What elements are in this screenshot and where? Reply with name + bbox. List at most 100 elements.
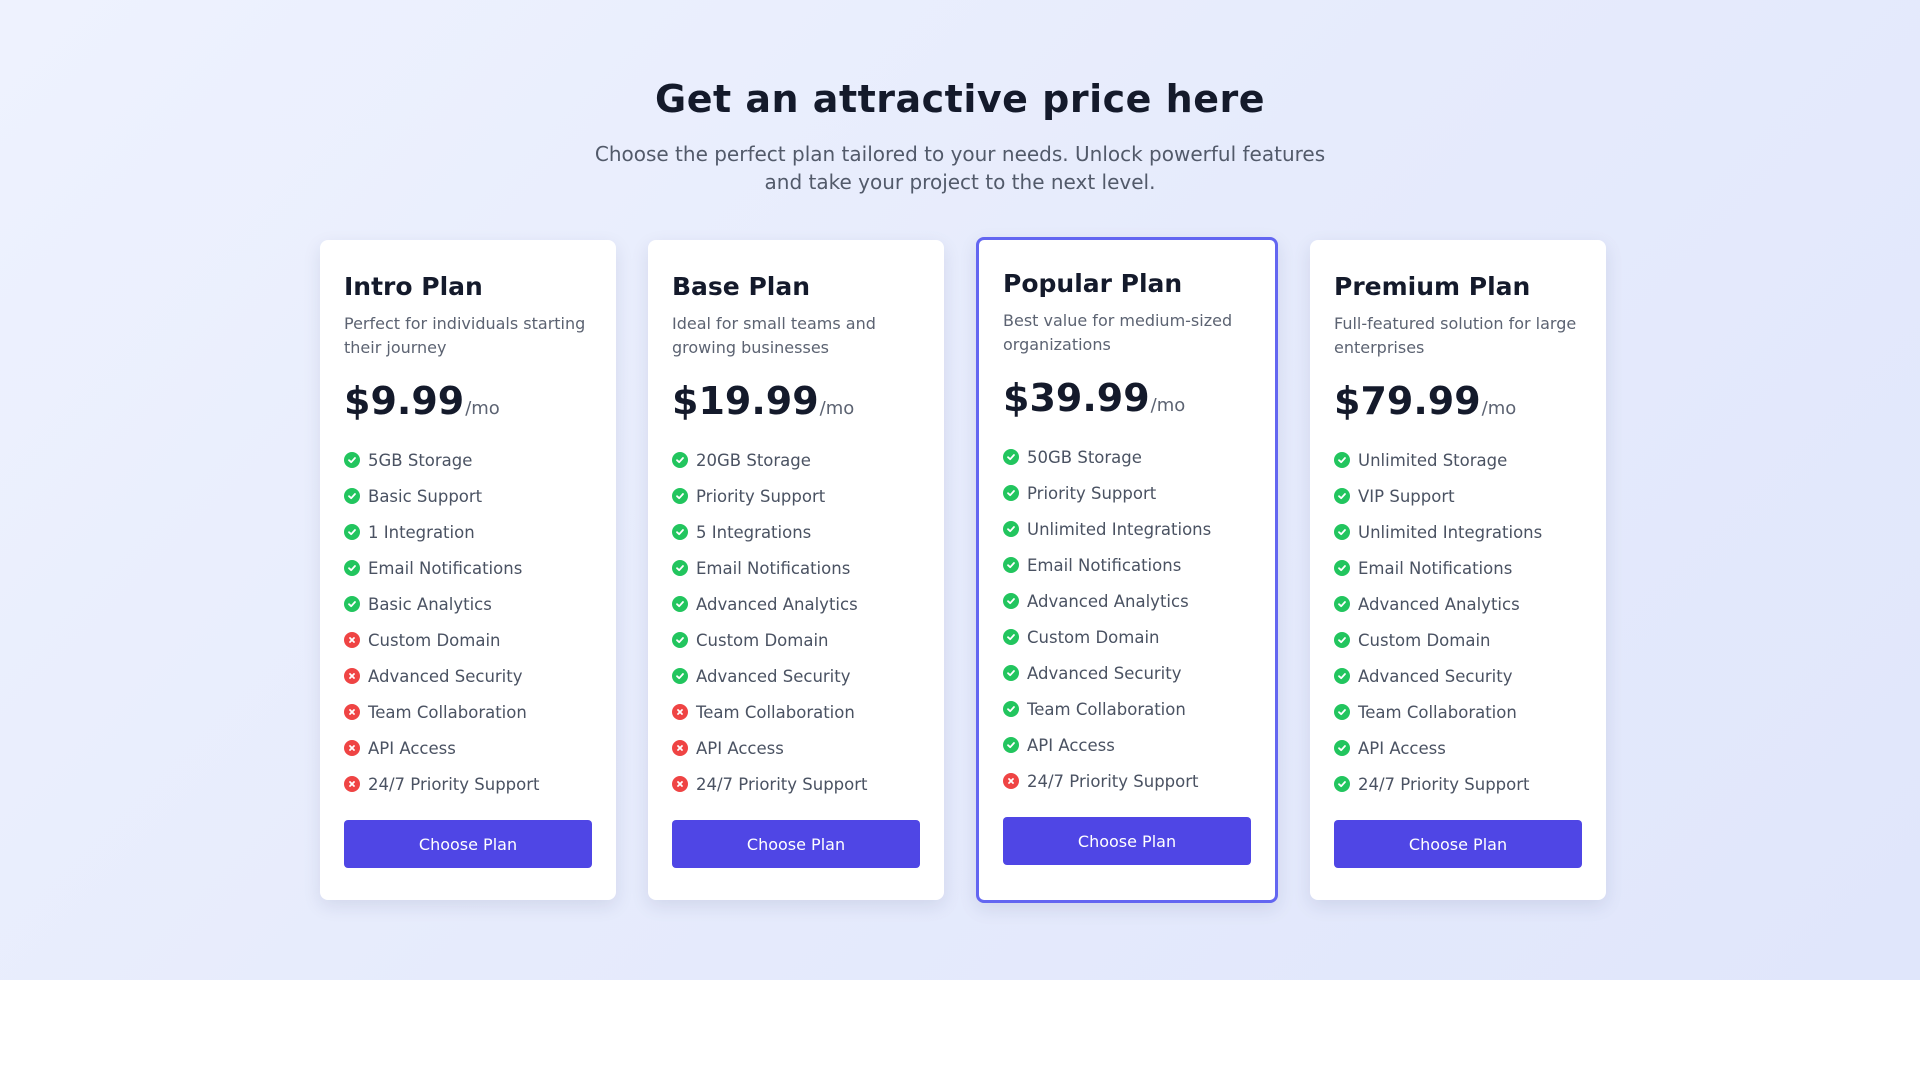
feature-item: Advanced Security (1003, 655, 1251, 691)
price-period: /mo (819, 398, 855, 419)
feature-label: Basic Analytics (368, 594, 492, 614)
x-circle-icon (672, 776, 688, 792)
feature-item: API Access (344, 730, 592, 766)
feature-item: 24/7 Priority Support (344, 766, 592, 802)
feature-item: 20GB Storage (672, 442, 920, 478)
plan-name: Premium Plan (1334, 272, 1531, 301)
x-circle-icon (344, 704, 360, 720)
feature-label: Custom Domain (1358, 630, 1491, 650)
feature-label: 24/7 Priority Support (1358, 774, 1530, 794)
feature-label: Priority Support (1027, 483, 1157, 503)
plan-description: Ideal for small teams and growing busine… (672, 314, 876, 357)
feature-item: Custom Domain (344, 622, 592, 658)
feature-item: Advanced Analytics (672, 586, 920, 622)
plan-price: $39.99 (1003, 376, 1150, 420)
feature-label: Team Collaboration (696, 702, 855, 722)
feature-item: Priority Support (672, 478, 920, 514)
feature-item: Custom Domain (1003, 619, 1251, 655)
feature-item: 24/7 Priority Support (1003, 763, 1251, 799)
feature-list: Unlimited Storage VIP Support Unlimited In… (1334, 442, 1582, 802)
plan-name: Popular Plan (1003, 269, 1183, 298)
price-period: /mo (1150, 395, 1186, 416)
feature-label: 5GB Storage (368, 450, 473, 470)
x-circle-icon (344, 776, 360, 792)
feature-label: Advanced Analytics (696, 594, 858, 614)
feature-item: 24/7 Priority Support (672, 766, 920, 802)
check-circle-icon (1334, 560, 1350, 576)
feature-item: Advanced Analytics (1334, 586, 1582, 622)
check-circle-icon (672, 596, 688, 612)
x-circle-icon (344, 740, 360, 756)
feature-label: 24/7 Priority Support (1027, 771, 1199, 791)
feature-list: 50GB Storage Priority Support Unlimited In… (1003, 439, 1251, 799)
check-circle-icon (1003, 701, 1019, 717)
check-circle-icon (1334, 452, 1350, 468)
pricing-cards: Intro Plan Perfect for individuals starti… (320, 237, 1606, 903)
price-period: /mo (1481, 398, 1517, 419)
check-circle-icon (344, 488, 360, 504)
feature-item: Unlimited Integrations (1334, 514, 1582, 550)
feature-item: Custom Domain (672, 622, 920, 658)
feature-item: 5 Integrations (672, 514, 920, 550)
pricing-card-base-plan: Base Plan Ideal for small teams and growi… (648, 240, 944, 900)
check-circle-icon (672, 560, 688, 576)
check-circle-icon (672, 488, 688, 504)
price-row: $9.99/mo (344, 378, 592, 424)
feature-label: Team Collaboration (1027, 699, 1186, 719)
feature-label: 50GB Storage (1027, 447, 1142, 467)
x-circle-icon (672, 740, 688, 756)
feature-item: Email Notifications (344, 550, 592, 586)
x-circle-icon (344, 668, 360, 684)
feature-item: Team Collaboration (1003, 691, 1251, 727)
check-circle-icon (1334, 524, 1350, 540)
check-circle-icon (1003, 737, 1019, 753)
plan-price: $9.99 (344, 379, 465, 423)
pricing-card-popular-plan: Popular Plan Best value for medium-sized … (976, 237, 1278, 903)
x-circle-icon (672, 704, 688, 720)
feature-label: API Access (696, 738, 784, 758)
feature-label: Advanced Security (1027, 663, 1182, 683)
feature-label: Advanced Analytics (1358, 594, 1520, 614)
feature-label: Team Collaboration (1358, 702, 1517, 722)
feature-item: Email Notifications (1334, 550, 1582, 586)
feature-label: 20GB Storage (696, 450, 811, 470)
feature-label: Custom Domain (1027, 627, 1160, 647)
feature-item: Priority Support (1003, 475, 1251, 511)
feature-item: VIP Support (1334, 478, 1582, 514)
feature-item: Advanced Security (1334, 658, 1582, 694)
pricing-card-intro-plan: Intro Plan Perfect for individuals starti… (320, 240, 616, 900)
feature-list: 20GB Storage Priority Support 5 Integratio… (672, 442, 920, 802)
choose-plan-button[interactable]: Choose Plan (1003, 817, 1251, 865)
check-circle-icon (344, 524, 360, 540)
feature-label: Custom Domain (696, 630, 829, 650)
check-circle-icon (1003, 485, 1019, 501)
feature-item: Basic Analytics (344, 586, 592, 622)
feature-label: Unlimited Integrations (1027, 519, 1212, 539)
feature-label: Priority Support (696, 486, 826, 506)
feature-item: Basic Support (344, 478, 592, 514)
plan-description: Full-featured solution for large enterpr… (1334, 314, 1577, 357)
check-circle-icon (1003, 449, 1019, 465)
pricing-card-premium-plan: Premium Plan Full-featured solution for l… (1310, 240, 1606, 900)
page-title: Get an attractive price here (655, 77, 1265, 121)
feature-item: Custom Domain (1334, 622, 1582, 658)
feature-item: Team Collaboration (672, 694, 920, 730)
feature-label: Email Notifications (696, 558, 851, 578)
choose-plan-button[interactable]: Choose Plan (344, 820, 592, 868)
feature-label: API Access (1027, 735, 1115, 755)
choose-plan-button[interactable]: Choose Plan (1334, 820, 1582, 868)
choose-plan-button[interactable]: Choose Plan (672, 820, 920, 868)
price-row: $39.99/mo (1003, 375, 1251, 421)
check-circle-icon (1003, 629, 1019, 645)
feature-label: 24/7 Priority Support (696, 774, 868, 794)
plan-description: Perfect for individuals starting their j… (344, 314, 586, 357)
feature-item: 1 Integration (344, 514, 592, 550)
price-row: $79.99/mo (1334, 378, 1582, 424)
feature-label: 24/7 Priority Support (368, 774, 540, 794)
plan-price: $79.99 (1334, 379, 1481, 423)
check-circle-icon (1334, 776, 1350, 792)
feature-label: Team Collaboration (368, 702, 527, 722)
feature-item: Email Notifications (672, 550, 920, 586)
feature-label: 5 Integrations (696, 522, 812, 542)
feature-item: API Access (1003, 727, 1251, 763)
